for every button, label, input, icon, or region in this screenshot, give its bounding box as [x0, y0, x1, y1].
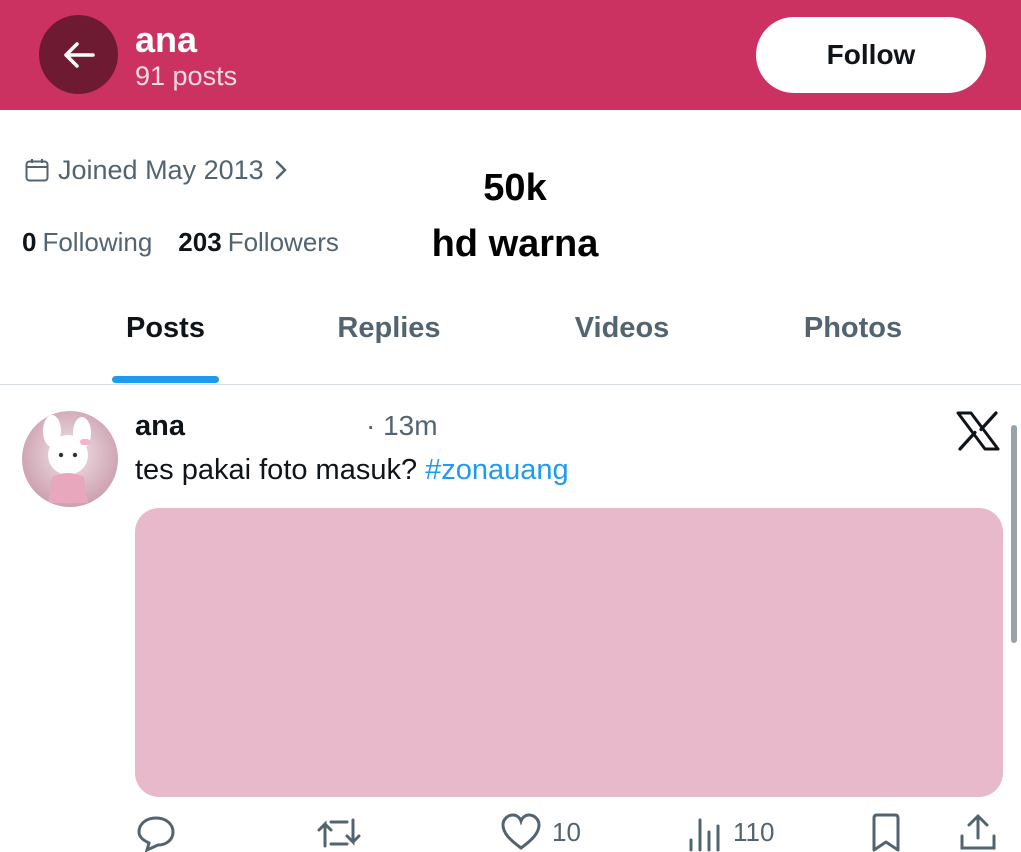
profile-name: ana — [135, 19, 198, 60]
joined-date[interactable]: Joined May 2013 — [24, 150, 290, 190]
tab-photos[interactable]: Photos — [783, 300, 923, 384]
following-label: Following — [42, 226, 153, 257]
chevron-right-icon — [275, 160, 287, 180]
avatar[interactable] — [22, 411, 118, 507]
post-author[interactable]: ana — [135, 408, 185, 444]
x-logo-icon — [956, 411, 1000, 451]
post-text: tes pakai foto masuk? #zonauang — [135, 451, 569, 489]
overlay-line-2: hd warna — [431, 223, 599, 265]
following-count: 0 — [22, 226, 37, 257]
follow-button[interactable]: Follow — [756, 17, 986, 93]
joined-label: Joined May 2013 — [58, 154, 264, 185]
active-tab-indicator — [112, 376, 219, 383]
views-count: 110 — [733, 816, 775, 847]
back-button[interactable] — [39, 15, 118, 94]
followers-label: Followers — [227, 226, 339, 257]
followers-link[interactable]: 203 Followers — [178, 227, 339, 258]
share-button[interactable] — [958, 812, 998, 852]
like-count: 10 — [552, 816, 581, 847]
tab-videos[interactable]: Videos — [555, 300, 689, 384]
reply-button[interactable] — [135, 812, 187, 852]
overlay-caption: 50k hd warna — [390, 160, 640, 272]
tab-replies[interactable]: Replies — [318, 300, 460, 384]
profile-tabs: Posts Replies Videos Photos — [0, 300, 1021, 385]
follow-stats: 0 Following 203 Followers — [22, 222, 339, 262]
followers-count: 203 — [178, 226, 222, 257]
following-link[interactable]: 0 Following — [22, 227, 152, 258]
reply-icon — [137, 816, 175, 852]
calendar-icon — [25, 159, 49, 182]
scrollbar[interactable] — [1011, 425, 1017, 643]
overlay-line-1: 50k — [483, 167, 547, 209]
repost-icon — [317, 818, 361, 848]
repost-button[interactable] — [315, 812, 373, 852]
bookmark-button[interactable] — [870, 812, 902, 852]
share-icon — [960, 814, 996, 850]
hashtag-link[interactable]: #zonauang — [425, 454, 569, 486]
views-icon — [689, 818, 720, 852]
posts-count: 91 posts — [135, 61, 238, 91]
post-time[interactable]: · 13m — [366, 408, 438, 444]
post-image[interactable] — [135, 508, 1003, 797]
like-button[interactable]: 10 — [500, 812, 581, 852]
post-body: tes pakai foto masuk? — [135, 454, 426, 486]
profile-header: ana 91 posts Follow — [0, 0, 1021, 110]
bookmark-icon — [872, 813, 900, 852]
like-icon — [501, 813, 541, 850]
tab-posts[interactable]: Posts — [112, 300, 219, 384]
back-arrow-icon — [63, 41, 95, 68]
views-button[interactable]: 110 — [687, 812, 774, 852]
